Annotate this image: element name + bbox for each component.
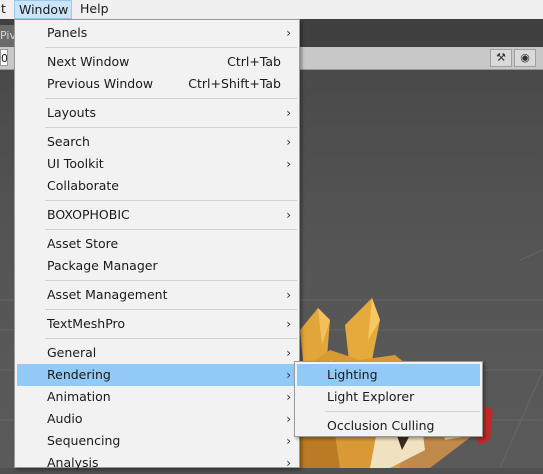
submenu-item-light-explorer[interactable]: Light Explorer — [297, 386, 480, 408]
chevron-right-icon: › — [286, 157, 291, 171]
menu-item-label: Rendering — [47, 367, 111, 382]
menu-item-audio[interactable]: Audio › — [17, 408, 297, 430]
camera-icon[interactable]: ◉ — [514, 49, 536, 67]
menu-item-label: Occlusion Culling — [327, 418, 435, 433]
menu-item-label: Layouts — [47, 105, 97, 120]
menu-item-package-manager[interactable]: Package Manager — [17, 255, 297, 277]
rendering-submenu: Lighting Light Explorer Occlusion Culling — [294, 361, 483, 437]
chevron-right-icon: › — [286, 135, 291, 149]
menu-separator — [45, 280, 297, 281]
chevron-right-icon: › — [286, 412, 291, 426]
chevron-right-icon: › — [286, 456, 291, 470]
menu-separator — [45, 229, 297, 230]
editor-tab[interactable]: Piv — [0, 25, 14, 47]
menu-item-label: Previous Window — [47, 76, 154, 91]
chevron-right-icon: › — [286, 106, 291, 120]
menu-item-label: General — [47, 345, 97, 360]
window-menu: Panels › Next Window Ctrl+Tab Previous Windo… — [14, 19, 300, 470]
menu-item-layouts[interactable]: Layouts › — [17, 102, 297, 124]
menu-item-previous-window[interactable]: Previous Window Ctrl+Shift+Tab — [17, 73, 297, 95]
submenu-item-lighting[interactable]: Lighting — [297, 364, 480, 386]
menu-separator — [45, 200, 297, 201]
menubar-item-window[interactable]: Window — [14, 0, 72, 19]
menubar-item-help[interactable]: Help — [76, 0, 113, 19]
chevron-right-icon: › — [286, 317, 291, 331]
submenu-item-occlusion-culling[interactable]: Occlusion Culling — [297, 415, 480, 437]
menu-separator — [325, 411, 480, 412]
menu-item-rendering[interactable]: Rendering › — [17, 364, 297, 386]
menu-item-panels[interactable]: Panels › — [17, 22, 297, 44]
menu-item-analysis[interactable]: Analysis › — [17, 452, 297, 474]
tools-icon[interactable]: ⚒ — [490, 49, 512, 67]
menu-item-asset-store[interactable]: Asset Store — [17, 233, 297, 255]
menu-separator — [45, 98, 297, 99]
chevron-right-icon: › — [286, 346, 291, 360]
menu-item-label: Next Window — [47, 54, 130, 69]
menu-item-label: Panels — [47, 25, 88, 40]
menu-separator — [45, 338, 297, 339]
menu-item-label: Search — [47, 134, 90, 149]
menu-item-label: Collaborate — [47, 178, 119, 193]
menu-item-asset-management[interactable]: Asset Management › — [17, 284, 297, 306]
menu-item-collaborate[interactable]: Collaborate — [17, 175, 297, 197]
menu-item-ui-toolkit[interactable]: UI Toolkit › — [17, 153, 297, 175]
menu-item-animation[interactable]: Animation › — [17, 386, 297, 408]
menu-item-next-window[interactable]: Next Window Ctrl+Tab — [17, 51, 297, 73]
chevron-right-icon: › — [286, 434, 291, 448]
menu-item-label: Asset Store — [47, 236, 119, 251]
menu-separator — [45, 127, 297, 128]
chevron-right-icon: › — [286, 390, 291, 404]
menu-item-label: Lighting — [327, 367, 378, 382]
menu-item-label: Animation — [47, 389, 111, 404]
chevron-right-icon: › — [286, 368, 291, 382]
menubar-item-edit[interactable]: t — [0, 0, 10, 19]
menu-item-label: BOXOPHOBIC — [47, 207, 130, 222]
menu-item-label: TextMeshPro — [47, 316, 126, 331]
menu-item-textmeshpro[interactable]: TextMeshPro › — [17, 313, 297, 335]
toolbar-field[interactable]: 0 — [0, 49, 8, 66]
chevron-right-icon: › — [286, 26, 291, 40]
menu-item-label: Light Explorer — [327, 389, 415, 404]
menu-item-label: Package Manager — [47, 258, 158, 273]
menu-item-label: UI Toolkit — [47, 156, 104, 171]
chevron-right-icon: › — [286, 208, 291, 222]
menu-item-general[interactable]: General › — [17, 342, 297, 364]
menu-item-label: Sequencing — [47, 433, 121, 448]
menubar: t Window Help — [0, 0, 543, 19]
menu-item-shortcut: Ctrl+Shift+Tab — [188, 76, 281, 91]
menu-separator — [45, 47, 297, 48]
chevron-right-icon: › — [286, 288, 291, 302]
menu-item-label: Asset Management — [47, 287, 168, 302]
menu-item-label: Audio — [47, 411, 83, 426]
menu-separator — [45, 309, 297, 310]
menu-item-sequencing[interactable]: Sequencing › — [17, 430, 297, 452]
menu-item-shortcut: Ctrl+Tab — [227, 54, 281, 69]
menu-item-boxophobic[interactable]: BOXOPHOBIC › — [17, 204, 297, 226]
menu-item-search[interactable]: Search › — [17, 131, 297, 153]
